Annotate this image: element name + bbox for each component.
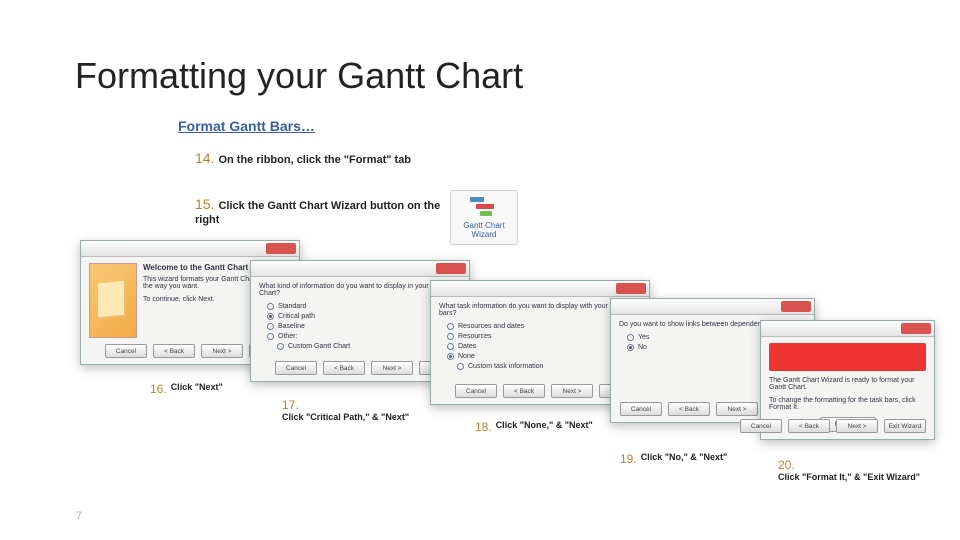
caption-19: 19. Click "No," & "Next" [620,452,727,466]
caption-18: 18. Click "None," & "Next" [475,420,593,434]
dialog-titlebar [431,281,649,297]
close-icon[interactable] [266,243,296,254]
step-15: 15.Click the Gantt Chart Wizard button o… [195,195,455,228]
close-icon[interactable] [616,283,646,294]
caption-18-num: 18. [475,420,492,434]
next-button[interactable]: Next > [201,344,243,358]
exit-wizard-button[interactable]: Exit Wizard [884,419,926,433]
cancel-button[interactable]: Cancel [740,419,782,433]
page-title: Formatting your Gantt Chart [75,55,523,97]
caption-16-num: 16. [150,382,167,396]
dialog-titlebar [81,241,299,257]
format-strip [769,343,926,371]
gantt-bars-icon [470,197,498,219]
section-title: Format Gantt Bars… [178,118,315,134]
dialog-titlebar [761,321,934,337]
back-button[interactable]: < Back [788,419,830,433]
cancel-button[interactable]: Cancel [105,344,147,358]
close-icon[interactable] [436,263,466,274]
step-14: 14. On the ribbon, click the "Format" tab [195,150,411,166]
next-button[interactable]: Next > [716,402,758,416]
next-button[interactable]: Next > [836,419,878,433]
caption-20: 20.Click "Format It," & "Exit Wizard" [778,458,928,483]
caption-20-num: 20. [778,458,795,472]
caption-20-text: Click "Format It," & "Exit Wizard" [778,472,920,482]
back-button[interactable]: < Back [503,384,545,398]
dialog-desc: To change the formatting for the task ba… [769,397,926,411]
caption-18-text: Click "None," & "Next" [496,420,593,430]
step-15-text: Click the Gantt Chart Wizard button on t… [195,200,440,226]
caption-19-num: 19. [620,452,637,466]
cancel-button[interactable]: Cancel [455,384,497,398]
step-14-text: On the ribbon, click the "Format" tab [218,154,411,166]
wizard-dialog-format-it: The Gantt Chart Wizard is ready to forma… [760,320,935,440]
back-button[interactable]: < Back [668,402,710,416]
dialog-titlebar [251,261,469,277]
caption-17-text: Click "Critical Path," & "Next" [282,412,409,422]
caption-19-text: Click "No," & "Next" [641,452,728,462]
caption-16-text: Click "Next" [171,382,223,392]
cancel-button[interactable]: Cancel [620,402,662,416]
close-icon[interactable] [781,301,811,312]
caption-17-num: 17. [282,398,299,412]
dialog-heading: The Gantt Chart Wizard is ready to forma… [769,377,926,391]
back-button[interactable]: < Back [153,344,195,358]
back-button[interactable]: < Back [323,361,365,375]
cancel-button[interactable]: Cancel [275,361,317,375]
step-15-number: 15. [195,196,214,212]
caption-17: 17.Click "Critical Path," & "Next" [282,398,412,423]
wizard-banner-icon [89,263,137,338]
wizard-icon-label: Gantt Chart Wizard [451,221,517,239]
page-number: 7 [76,510,82,522]
step-14-number: 14. [195,150,214,166]
next-button[interactable]: Next > [551,384,593,398]
dialog-titlebar [611,299,814,315]
next-button[interactable]: Next > [371,361,413,375]
close-icon[interactable] [901,323,931,334]
gantt-chart-wizard-button[interactable]: Gantt Chart Wizard [450,190,518,245]
caption-16: 16. Click "Next" [150,382,223,396]
